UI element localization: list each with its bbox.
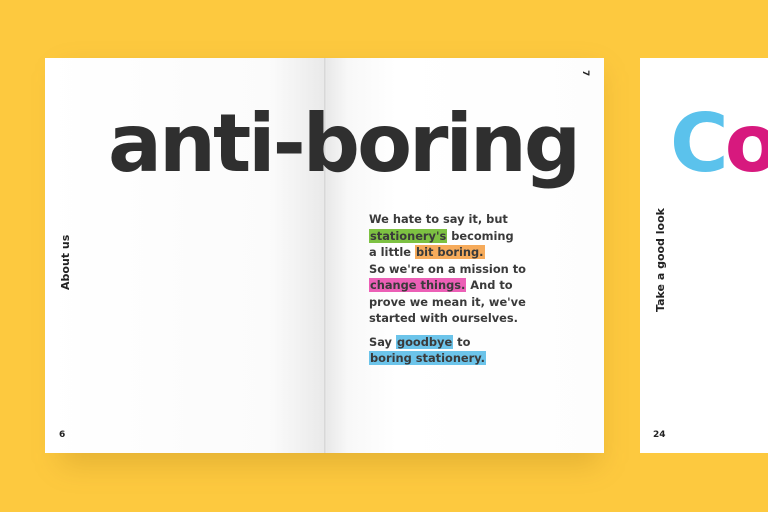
text-to: to — [453, 334, 471, 349]
highlight-change-things: change things. — [369, 278, 467, 292]
headline-letter-o: o — [724, 97, 768, 190]
intro-paragraph: We hate to say it, but stationery's beco… — [369, 211, 569, 327]
highlight-goodbye: goodbye — [395, 334, 454, 349]
headline: anti-boring — [108, 97, 581, 190]
next-page-headline: Co — [670, 96, 768, 192]
side-label-about-us: About us — [59, 234, 72, 290]
side-label-take-a-good-look: Take a good look — [654, 208, 667, 312]
headline-letter-c: C — [670, 97, 729, 190]
highlight-boring-stationery: boring stationery. — [369, 351, 486, 365]
text-a-little: a little — [369, 245, 415, 259]
page-number-next: 24 — [653, 430, 666, 440]
line-1: We hate to say it, but — [369, 212, 508, 226]
text-say: Say — [369, 334, 396, 349]
page-number-left: 6 — [59, 430, 66, 440]
line-4: So we're on a mission to — [369, 261, 526, 276]
text-and-to: And to — [466, 278, 513, 292]
line-7: started with ourselves. — [369, 311, 518, 325]
highlight-stationery: stationery's — [369, 228, 448, 243]
intro-copy: We hate to say it, but stationery's beco… — [369, 211, 569, 374]
text-becoming: becoming — [447, 228, 514, 243]
page-number-right: 7 — [580, 70, 590, 77]
highlight-bit-boring: bit boring. — [414, 245, 485, 259]
goodbye-paragraph: Say goodbye to boring stationery. — [369, 334, 569, 367]
line-6: prove we mean it, we've — [369, 294, 526, 309]
